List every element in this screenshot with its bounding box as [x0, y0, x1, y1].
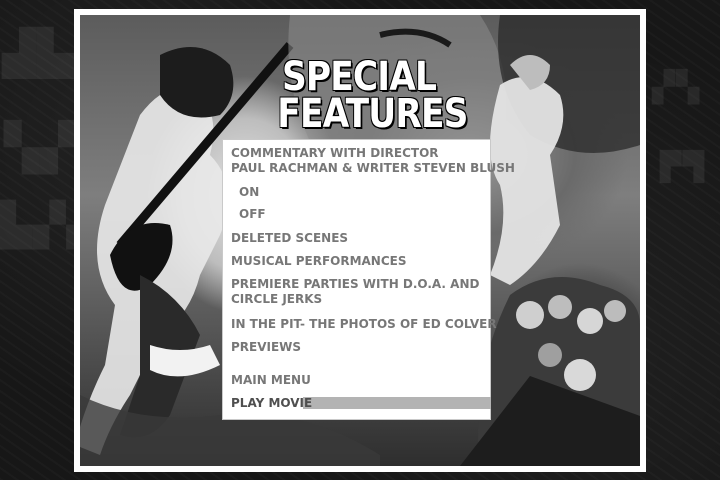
menu-item-previews[interactable]: PREVIEWS	[231, 340, 301, 355]
menu-item-in-the-pit[interactable]: IN THE PIT- THE PHOTOS OF ED COLVER	[231, 317, 497, 332]
menu-item-play-movie-label: PLAY MOVIE	[231, 396, 313, 410]
features-menu: COMMENTARY WITH DIRECTOR PAUL RACHMAN & …	[222, 139, 515, 420]
menu-item-commentary-on[interactable]: ON	[239, 185, 259, 200]
menu-item-commentary-off[interactable]: OFF	[239, 207, 266, 222]
selection-highlight-bar	[303, 397, 491, 409]
page-title-line2: FEATURES	[277, 91, 468, 137]
background-decoration: ▛▜	[660, 150, 706, 183]
menu-item-deleted-scenes[interactable]: DELETED SCENES	[231, 231, 348, 246]
menu-item-premiere-line1: PREMIERE PARTIES WITH D.O.A. AND	[231, 277, 480, 291]
menu-item-premiere-line2: CIRCLE JERKS	[231, 292, 323, 306]
menu-item-commentary-line1: COMMENTARY WITH DIRECTOR	[231, 146, 439, 160]
menu-item-commentary[interactable]: COMMENTARY WITH DIRECTOR PAUL RACHMAN & …	[231, 146, 515, 176]
menu-item-musical-performances[interactable]: MUSICAL PERFORMANCES	[231, 254, 407, 269]
menu-item-premiere-parties[interactable]: PREMIERE PARTIES WITH D.O.A. AND CIRCLE …	[231, 277, 479, 307]
menu-item-main-menu[interactable]: MAIN MENU	[231, 373, 311, 388]
page-title: SPECIAL FEATURES	[277, 57, 468, 137]
menu-item-play-movie[interactable]: PLAY MOVIE	[228, 396, 492, 411]
background-decoration: ▞▚	[652, 70, 701, 105]
menu-item-commentary-line2: PAUL RACHMAN & WRITER STEVEN BLUSH	[231, 161, 515, 175]
